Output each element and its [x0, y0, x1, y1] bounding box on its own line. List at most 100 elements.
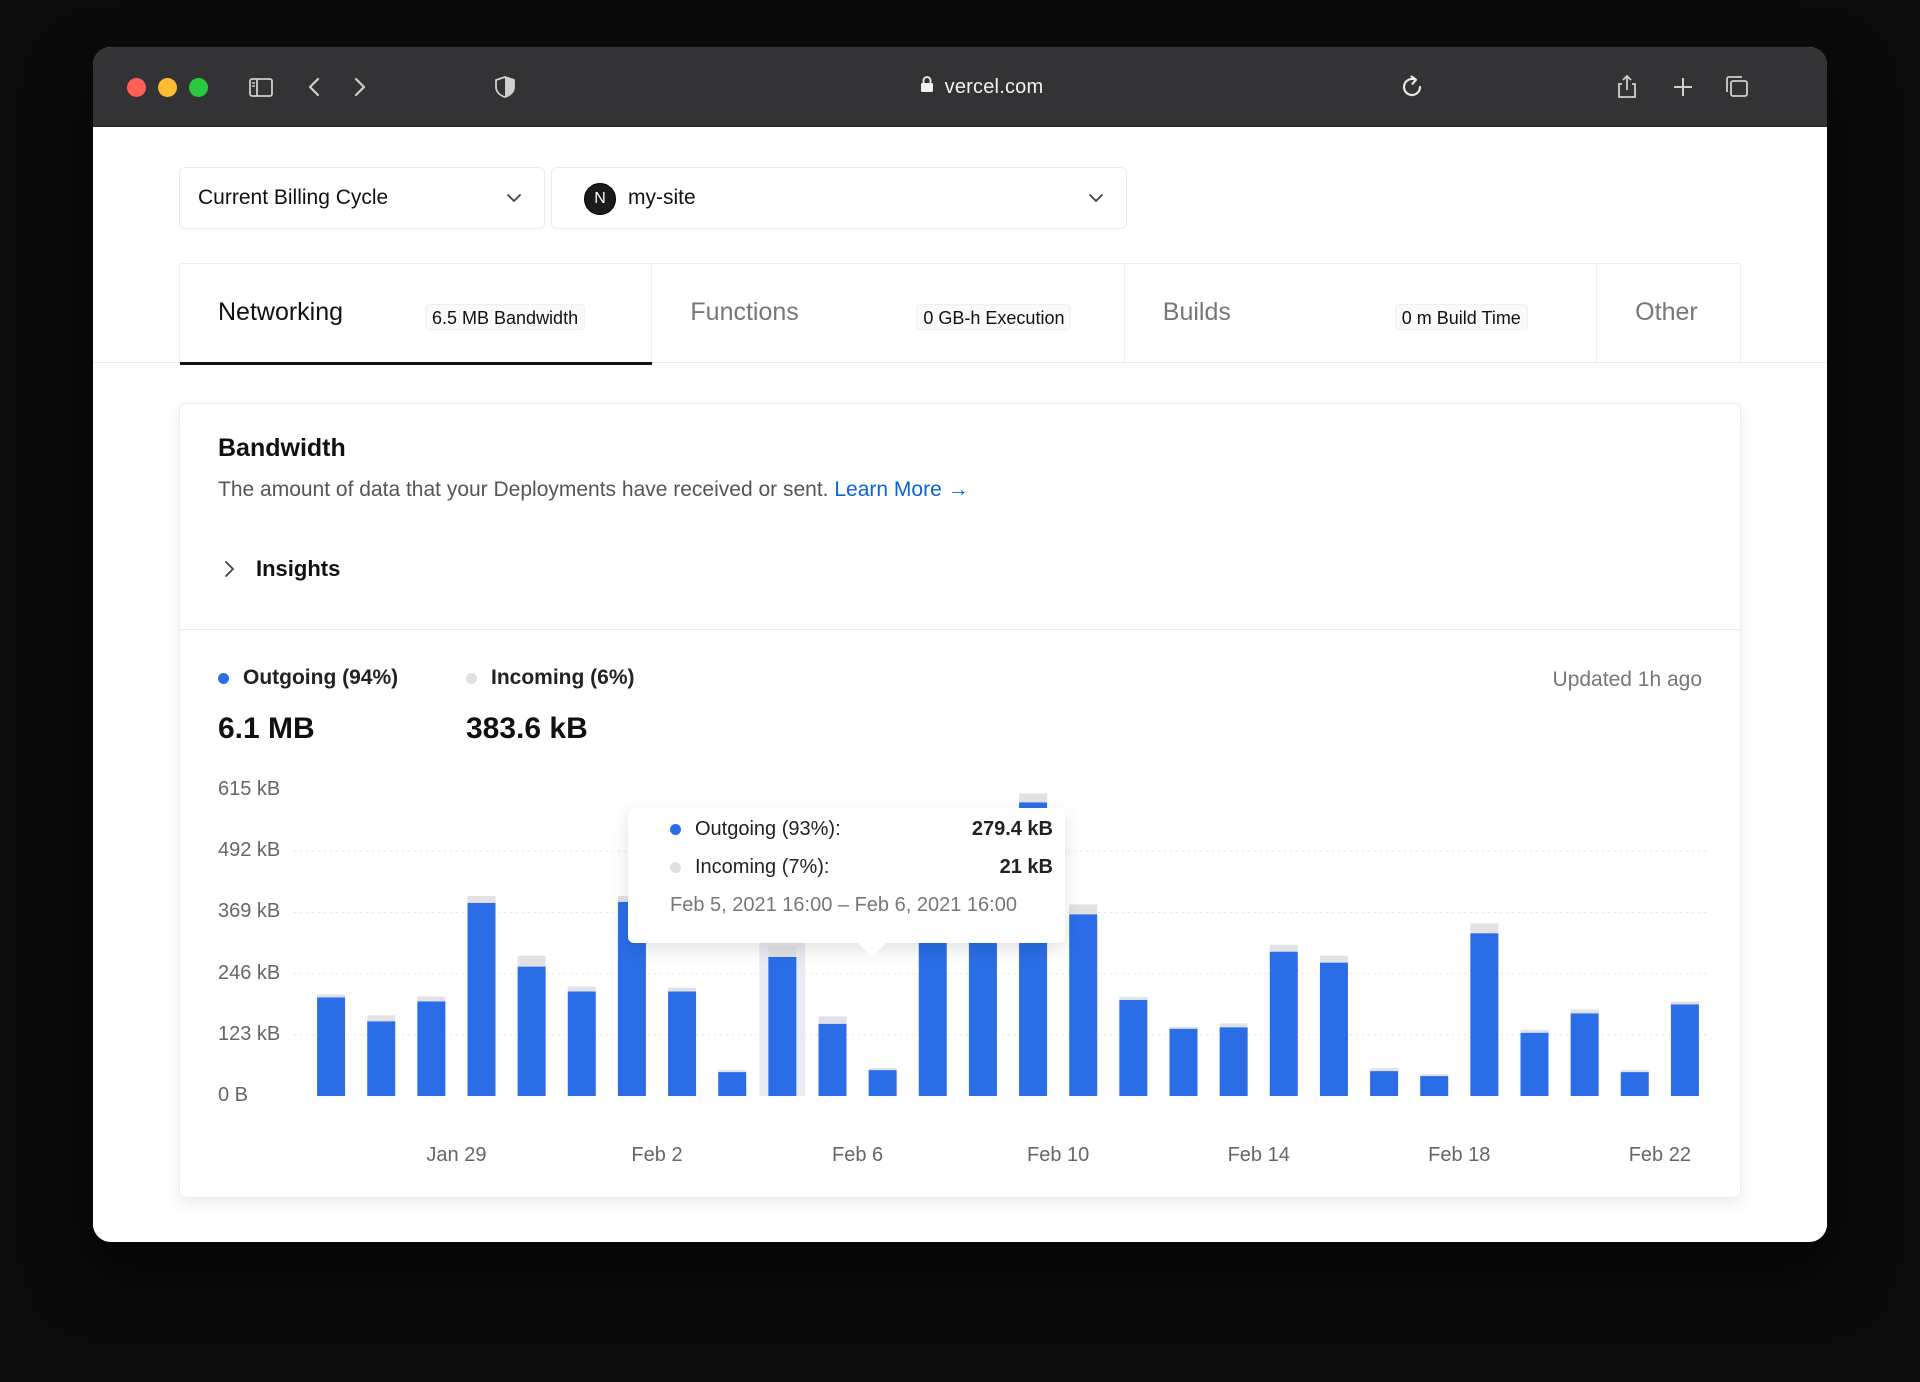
bar-outgoing-feb-8[interactable]: [919, 942, 947, 1096]
incoming-label: Incoming (6%): [491, 666, 635, 690]
y-tick-label: 492 kB: [218, 839, 280, 862]
bar-outgoing-feb-15[interactable]: [1270, 952, 1298, 1096]
bar-outgoing-feb-7[interactable]: [869, 1070, 897, 1096]
y-tick-label: 0 B: [218, 1084, 248, 1107]
card-title: Bandwidth: [218, 434, 346, 463]
bar-outgoing-feb-21[interactable]: [1571, 1013, 1599, 1096]
bar-outgoing-feb-12[interactable]: [1119, 1000, 1147, 1096]
chart-tooltip: Outgoing (93%): 279.4 kB Incoming (7%): …: [628, 808, 1065, 943]
tooltip-outgoing-label: Outgoing (93%):: [695, 818, 841, 841]
bar-incoming-jan-30[interactable]: [468, 896, 496, 903]
bar-outgoing-feb-22[interactable]: [1621, 1072, 1649, 1096]
bar-outgoing-jan-29[interactable]: [417, 1001, 445, 1096]
description-text: The amount of data that your Deployments…: [218, 478, 829, 501]
bar-incoming-feb-5[interactable]: [768, 947, 796, 957]
bar-incoming-feb-11[interactable]: [1069, 904, 1097, 914]
bar-incoming-feb-10[interactable]: [1019, 793, 1047, 802]
bar-incoming-feb-7[interactable]: [869, 1068, 897, 1070]
bar-outgoing-feb-20[interactable]: [1521, 1033, 1549, 1096]
tab-functions[interactable]: Functions 0 GB-h Execution: [652, 264, 1124, 364]
legend-incoming: Incoming (6%): [466, 666, 635, 690]
reload-icon[interactable]: [1396, 71, 1428, 103]
x-tick-label: Feb 10: [1027, 1144, 1089, 1167]
address-bar[interactable]: vercel.com: [93, 47, 1827, 127]
card-divider: [180, 629, 1740, 630]
bar-incoming-feb-20[interactable]: [1521, 1030, 1549, 1033]
bar-incoming-jan-28[interactable]: [367, 1015, 395, 1021]
bar-outgoing-feb-4[interactable]: [718, 1072, 746, 1096]
x-tick-label: Feb 6: [832, 1144, 883, 1167]
bar-outgoing-feb-18[interactable]: [1420, 1076, 1448, 1096]
share-icon[interactable]: [1611, 71, 1643, 103]
tab-badge: 6.5 MB Bandwidth: [425, 304, 585, 330]
page-content: Current Billing Cycle N my-site Networki…: [93, 127, 1827, 1242]
url-text: vercel.com: [945, 76, 1044, 99]
bar-incoming-feb-17[interactable]: [1370, 1068, 1398, 1071]
bar-outgoing-jan-28[interactable]: [367, 1021, 395, 1096]
tab-label: Functions: [690, 298, 798, 327]
bar-incoming-feb-3[interactable]: [668, 988, 696, 992]
bar-incoming-feb-12[interactable]: [1119, 997, 1147, 1000]
tab-badge: 0 GB-h Execution: [916, 304, 1071, 330]
bar-incoming-feb-18[interactable]: [1420, 1074, 1448, 1076]
bar-outgoing-feb-17[interactable]: [1370, 1071, 1398, 1096]
bar-incoming-jan-27[interactable]: [317, 994, 345, 997]
bar-incoming-feb-14[interactable]: [1220, 1023, 1248, 1027]
bar-incoming-feb-1[interactable]: [568, 987, 596, 992]
bar-outgoing-feb-5[interactable]: [768, 957, 796, 1096]
legend-outgoing: Outgoing (94%): [218, 666, 398, 690]
bar-outgoing-feb-19[interactable]: [1470, 933, 1498, 1096]
bar-outgoing-jan-27[interactable]: [317, 997, 345, 1096]
bar-incoming-feb-13[interactable]: [1170, 1027, 1198, 1029]
bar-incoming-jan-31[interactable]: [518, 956, 546, 967]
card-description: The amount of data that your Deployments…: [218, 478, 969, 502]
insights-toggle[interactable]: Insights: [218, 554, 340, 584]
incoming-dot: [466, 673, 477, 684]
bar-incoming-feb-23[interactable]: [1671, 1001, 1699, 1004]
billing-cycle-select[interactable]: Current Billing Cycle: [179, 167, 545, 229]
bar-outgoing-feb-11[interactable]: [1069, 914, 1097, 1096]
bar-outgoing-feb-1[interactable]: [568, 992, 596, 1096]
new-tab-icon[interactable]: [1667, 71, 1699, 103]
x-tick-label: Feb 14: [1228, 1144, 1290, 1167]
bar-incoming-feb-19[interactable]: [1470, 923, 1498, 933]
bandwidth-card: Bandwidth The amount of data that your D…: [179, 403, 1741, 1198]
x-tick-label: Feb 2: [631, 1144, 682, 1167]
x-tick-label: Jan 29: [426, 1144, 486, 1167]
bar-outgoing-feb-6[interactable]: [819, 1024, 847, 1096]
bar-incoming-jan-29[interactable]: [417, 996, 445, 1001]
outgoing-label: Outgoing (94%): [243, 666, 398, 690]
incoming-total: 383.6 kB: [466, 712, 588, 746]
y-tick-label: 123 kB: [218, 1023, 280, 1046]
bar-incoming-feb-6[interactable]: [819, 1016, 847, 1023]
tab-label: Other: [1635, 298, 1698, 327]
bar-incoming-feb-21[interactable]: [1571, 1009, 1599, 1013]
bar-outgoing-feb-23[interactable]: [1671, 1004, 1699, 1096]
outgoing-total: 6.1 MB: [218, 712, 315, 746]
bar-outgoing-feb-14[interactable]: [1220, 1027, 1248, 1096]
usage-tabs: Networking 6.5 MB Bandwidth Functions 0 …: [179, 263, 1741, 363]
browser-window: vercel.com Current Billing Cycle N my-si…: [93, 47, 1827, 1242]
project-select[interactable]: N my-site: [551, 167, 1127, 229]
tab-builds[interactable]: Builds 0 m Build Time: [1125, 264, 1597, 364]
outgoing-dot: [670, 824, 681, 835]
x-tick-label: Feb 22: [1629, 1144, 1691, 1167]
tab-networking[interactable]: Networking 6.5 MB Bandwidth: [180, 264, 652, 364]
bar-outgoing-feb-16[interactable]: [1320, 963, 1348, 1096]
chevron-right-icon: [218, 558, 240, 580]
bar-outgoing-jan-31[interactable]: [518, 967, 546, 1096]
bar-incoming-feb-16[interactable]: [1320, 956, 1348, 963]
tab-overview-icon[interactable]: [1721, 71, 1753, 103]
bar-outgoing-feb-3[interactable]: [668, 992, 696, 1096]
bar-incoming-feb-22[interactable]: [1621, 1070, 1649, 1072]
tab-badge: 0 m Build Time: [1395, 304, 1528, 330]
bar-outgoing-jan-30[interactable]: [468, 903, 496, 1096]
billing-cycle-label: Current Billing Cycle: [198, 186, 388, 210]
tab-label: Networking: [218, 298, 343, 327]
tab-other[interactable]: Other: [1597, 264, 1740, 364]
tooltip-range: Feb 5, 2021 16:00 – Feb 6, 2021 16:00: [670, 894, 1017, 917]
learn-more-link[interactable]: Learn More →: [834, 478, 968, 501]
bar-incoming-feb-15[interactable]: [1270, 945, 1298, 952]
bar-outgoing-feb-13[interactable]: [1170, 1029, 1198, 1096]
bar-incoming-feb-4[interactable]: [718, 1070, 746, 1072]
